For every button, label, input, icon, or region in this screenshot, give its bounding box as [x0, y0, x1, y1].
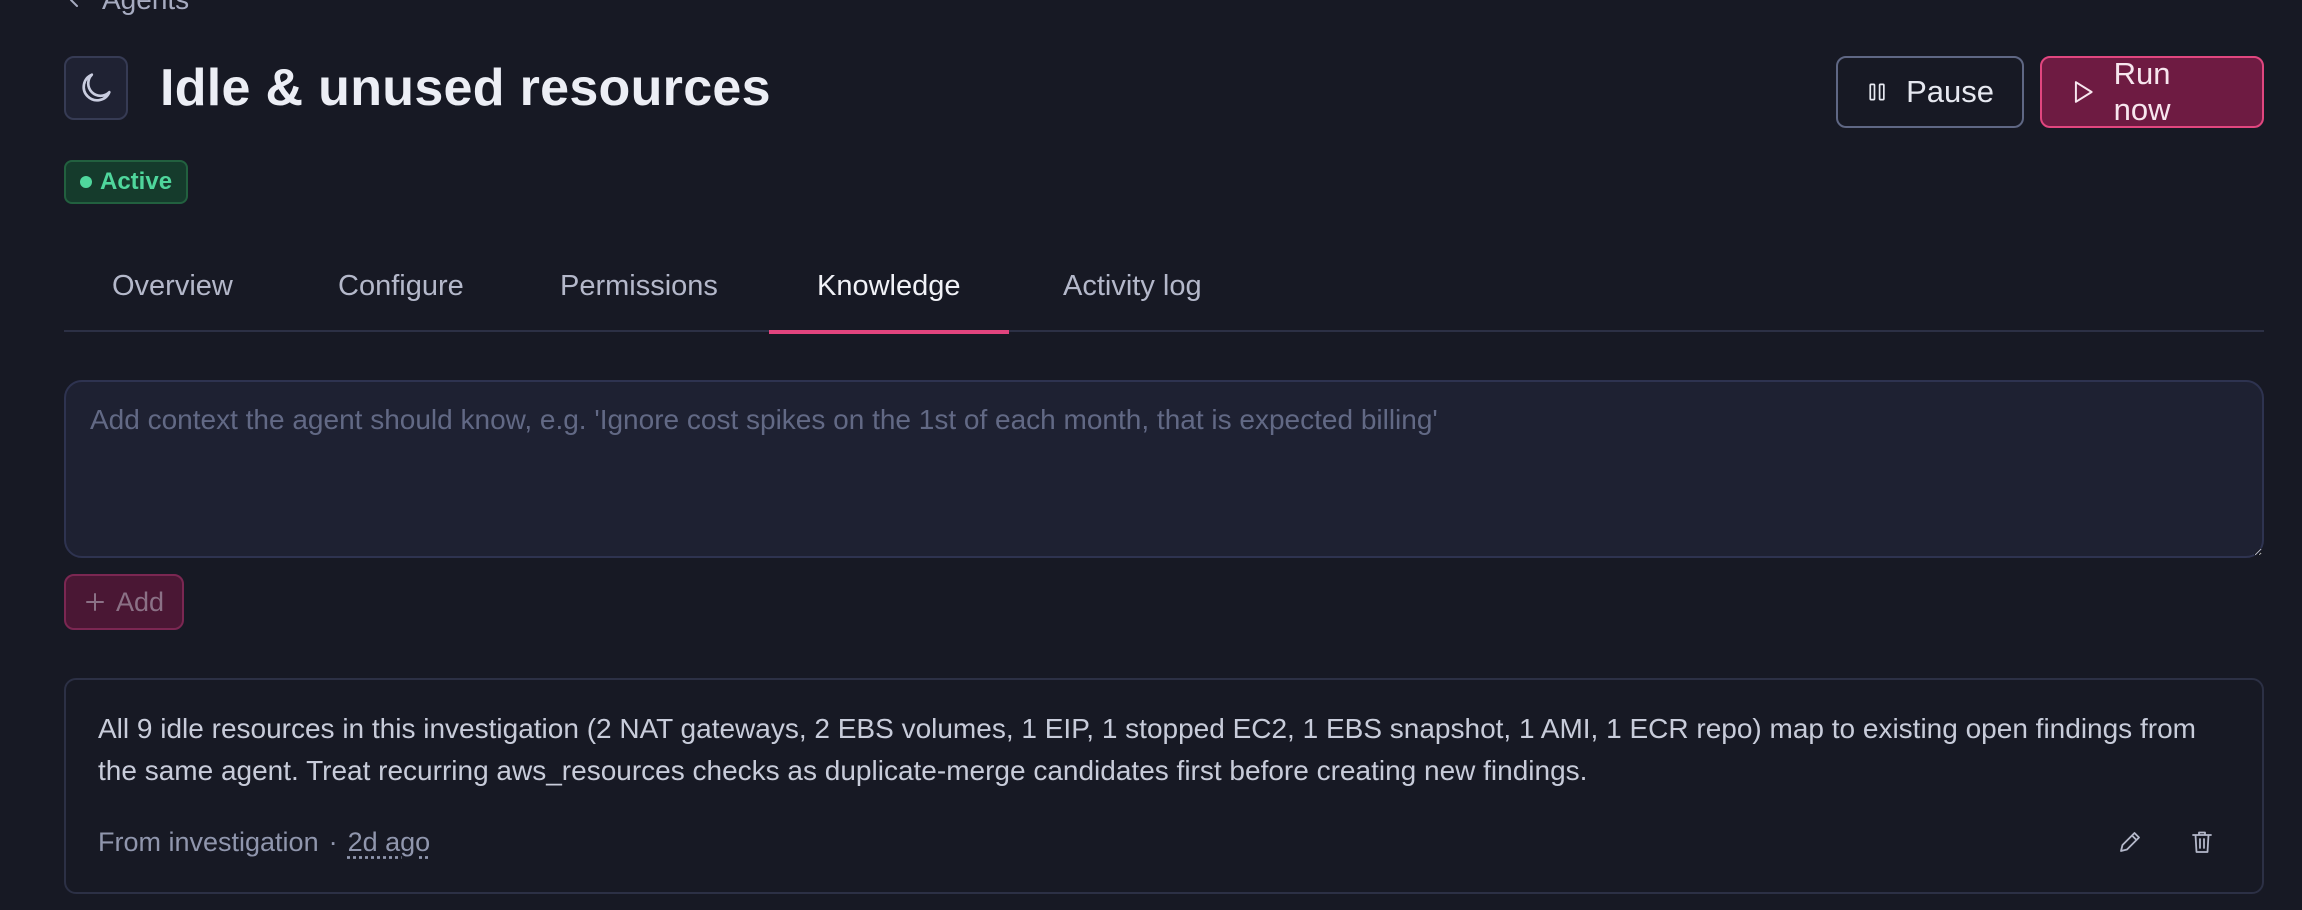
knowledge-entry-meta: From investigation · 2d ago [98, 822, 430, 862]
trash-icon [2192, 831, 2212, 853]
pause-button-label: Pause [1906, 74, 1994, 109]
back-link-label: Agents [102, 0, 189, 16]
edit-entry-button[interactable] [2108, 820, 2152, 864]
page-title: Idle & unused resources [160, 59, 771, 117]
agent-avatar [64, 56, 128, 120]
agent-detail-page: Agents Idle & unused resources Pause Run… [0, 0, 2302, 910]
play-icon [2074, 81, 2093, 103]
meta-separator: · [328, 826, 338, 857]
knowledge-entry-age: 2d ago [347, 826, 431, 857]
status-badge-label: Active [100, 168, 173, 195]
back-link[interactable]: Agents [64, 0, 189, 16]
add-knowledge-button-label: Add [115, 586, 165, 617]
tab-permissions[interactable]: Permissions [512, 250, 766, 332]
pause-button[interactable]: Pause [1836, 56, 2024, 128]
pencil-icon [2120, 832, 2140, 852]
tab-configure[interactable]: Configure [290, 250, 512, 332]
pause-icon [1869, 83, 1885, 101]
run-now-button-label: Run now [2113, 56, 2171, 127]
tab-activity-log[interactable]: Activity log [1015, 250, 1250, 332]
knowledge-entry-source: From investigation [98, 826, 319, 857]
delete-entry-button[interactable] [2180, 820, 2224, 864]
add-knowledge-button[interactable]: Add [64, 574, 184, 630]
status-dot [80, 176, 92, 188]
moon-icon [82, 73, 111, 102]
knowledge-entry: All 9 idle resources in this investigati… [64, 678, 2264, 894]
plus-icon [85, 593, 104, 611]
knowledge-input[interactable] [64, 380, 2264, 558]
status-badge: Active [64, 160, 189, 204]
knowledge-entry-text: All 9 idle resources in this investigati… [98, 713, 2196, 786]
tab-knowledge[interactable]: Knowledge [769, 250, 1009, 334]
run-now-button[interactable]: Run now [2040, 56, 2264, 128]
tab-overview[interactable]: Overview [64, 250, 281, 332]
tab-bar: Overview Configure Permissions Knowledge… [64, 250, 2264, 334]
chevron-left-icon [70, 0, 78, 7]
